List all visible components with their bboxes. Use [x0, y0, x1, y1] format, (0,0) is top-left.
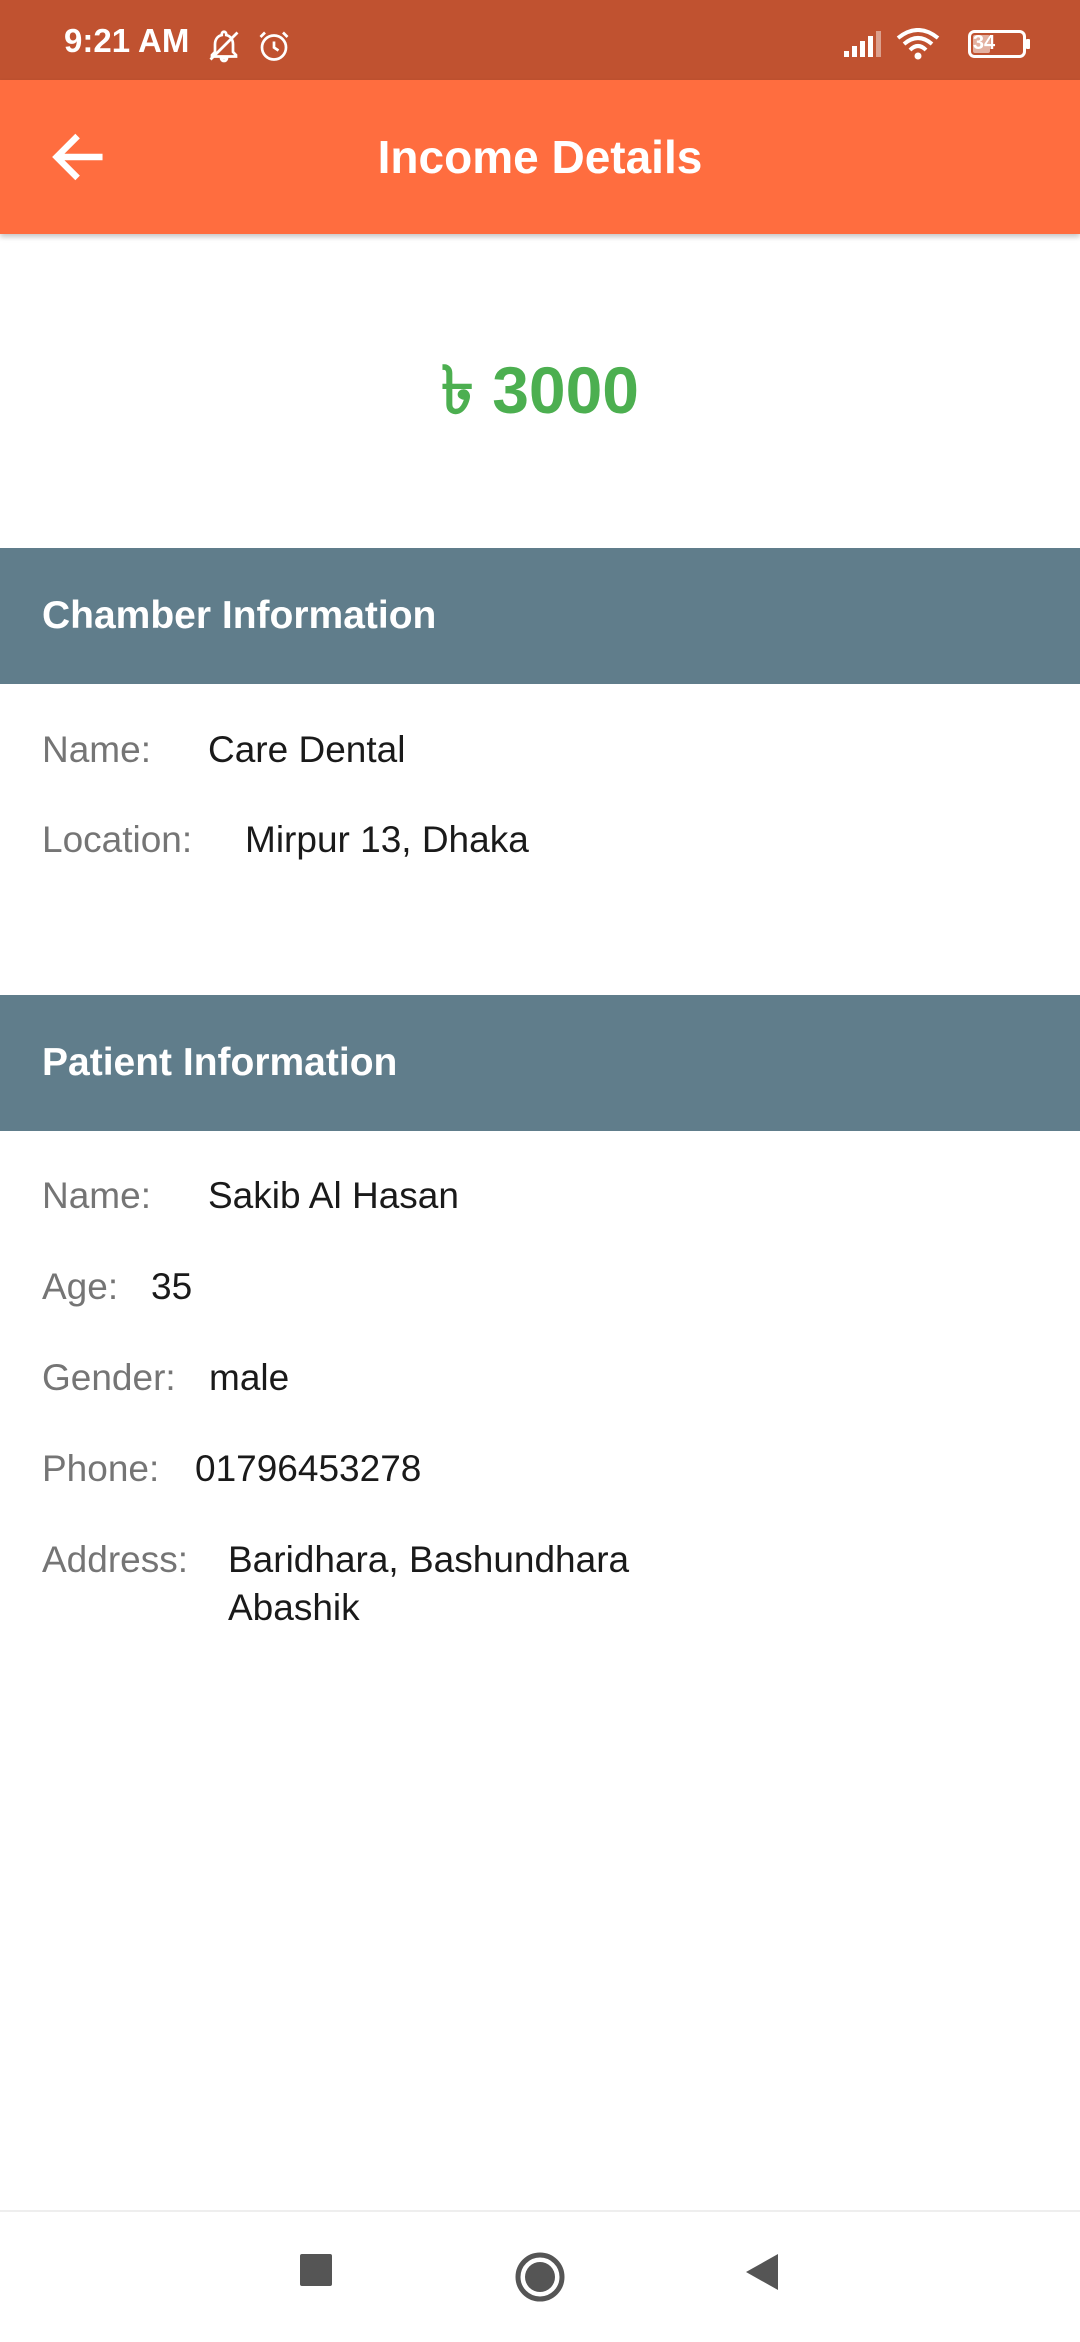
patient-section-title: Patient Information — [42, 1041, 398, 1084]
patient-name-label: Name: — [42, 1175, 151, 1216]
patient-section-header: Patient Information — [0, 995, 1080, 1131]
patient-name-row: Name: Sakib Al Hasan — [42, 1172, 459, 1220]
address-line-2: Abashik — [228, 1587, 360, 1628]
home-button[interactable] — [513, 2250, 567, 2309]
patient-name-value: Sakib Al Hasan — [208, 1175, 459, 1216]
recents-square-icon — [300, 2254, 332, 2286]
chamber-section-header: Chamber Information — [0, 548, 1080, 684]
chamber-location-label: Location: — [42, 819, 193, 860]
chamber-name-row: Name: Care Dental — [42, 726, 405, 774]
address-line-1: Baridhara, Bashundhara — [228, 1539, 630, 1580]
patient-phone-label: Phone: — [42, 1448, 160, 1489]
status-time: 9:21 AM — [64, 22, 190, 59]
chamber-name-label: Name: — [42, 729, 151, 770]
alarm-icon — [259, 31, 289, 61]
chamber-name-value: Care Dental — [208, 729, 406, 770]
home-circle-icon — [515, 2252, 565, 2302]
patient-address-row: Address: Baridhara, Bashundhara Abashik — [42, 1536, 629, 1632]
back-triangle-icon — [746, 2254, 778, 2290]
patient-gender-label: Gender: — [42, 1357, 176, 1398]
patient-address-label: Address: — [42, 1539, 189, 1580]
chamber-location-row: Location: Mirpur 13, Dhaka — [42, 816, 529, 864]
battery-icon: 34 — [954, 30, 1030, 58]
wifi-icon — [896, 28, 940, 60]
currency-symbol: ৳ — [440, 353, 474, 427]
battery-level: 34 — [972, 32, 996, 54]
signal-icon — [844, 31, 881, 57]
patient-age-row: Age: 35 — [42, 1263, 192, 1311]
muted-bell-icon — [209, 30, 239, 63]
amount-value: 3000 — [492, 353, 640, 427]
status-left-icons — [206, 28, 302, 69]
back-nav-button[interactable] — [742, 2250, 782, 2299]
chamber-section-title: Chamber Information — [42, 594, 437, 637]
patient-age-label: Age: — [42, 1266, 119, 1307]
income-amount: ৳ 3000 — [0, 340, 1080, 450]
patient-gender-row: Gender: male — [42, 1354, 289, 1402]
patient-phone-row: Phone: 01796453278 — [42, 1445, 421, 1493]
page-title: Income Details — [377, 131, 703, 183]
patient-age-value: 35 — [151, 1266, 193, 1307]
chamber-location-value: Mirpur 13, Dhaka — [245, 819, 529, 860]
status-bar: 9:21 AM 34 — [0, 0, 1080, 80]
app-bar: Income Details — [0, 80, 1080, 234]
patient-gender-value: male — [209, 1357, 290, 1398]
status-right-icons: 34 — [828, 28, 1030, 60]
recents-button[interactable] — [296, 2250, 336, 2295]
patient-address-value: Baridhara, Bashundhara Abashik — [228, 1536, 629, 1632]
system-nav-bar — [0, 2210, 1080, 2342]
patient-phone-value: 01796453278 — [195, 1448, 422, 1489]
